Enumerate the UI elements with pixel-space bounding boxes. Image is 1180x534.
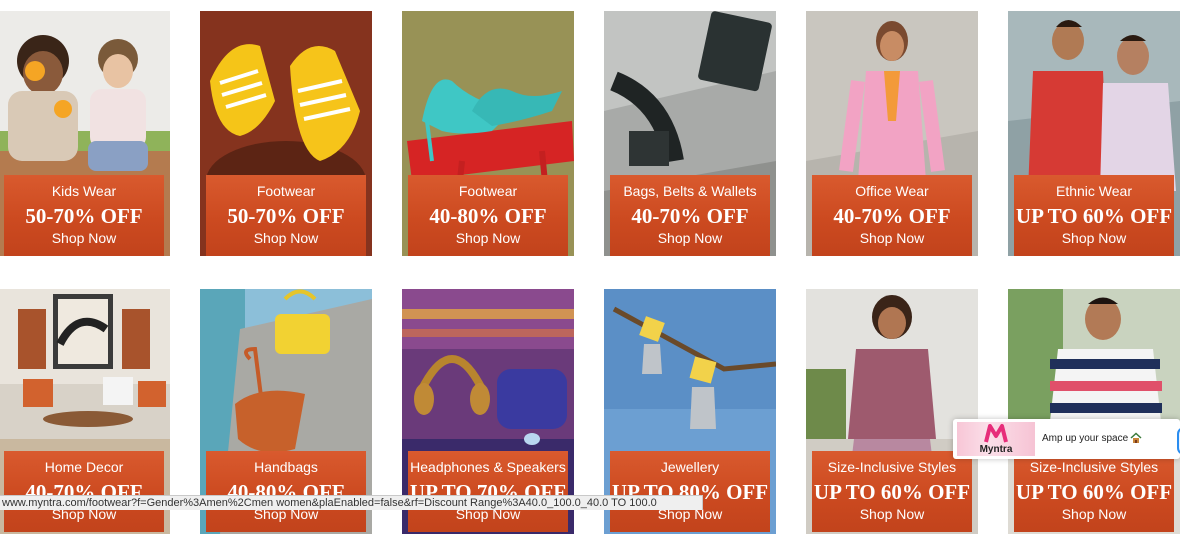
tile-footwear-men[interactable]: Footwear 50-70% OFF Shop Now xyxy=(200,11,372,256)
tile-category: Bags, Belts & Wallets xyxy=(623,183,757,199)
tile-category: Handbags xyxy=(254,459,318,475)
tile-category: Kids Wear xyxy=(51,183,117,199)
app-promo-toast[interactable]: Myntra Amp up your space xyxy=(953,419,1180,459)
offer-box: Jewellery UP TO 80% OFF Shop Now xyxy=(610,451,770,532)
offer-box: Bags, Belts & Wallets 40-70% OFF Shop No… xyxy=(610,175,770,256)
offer-box: Ethnic Wear UP TO 60% OFF Shop Now xyxy=(1014,175,1174,256)
tile-footwear-women[interactable]: Footwear 40-80% OFF Shop Now xyxy=(402,11,574,256)
myntra-logo: Myntra xyxy=(957,422,1035,456)
tile-category: Footwear xyxy=(458,183,518,199)
tile-category: Jewellery xyxy=(660,459,720,475)
link-status-bar: www.myntra.com/footwear?f=Gender%3Amen%2… xyxy=(0,495,703,510)
shop-now-link[interactable]: Shop Now xyxy=(408,230,568,246)
shop-now-link[interactable]: Shop Now xyxy=(206,230,366,246)
offer-box: Size-Inclusive Styles UP TO 60% OFF Shop… xyxy=(812,451,972,532)
toast-message: Amp up your space xyxy=(1042,433,1129,444)
tile-discount: UP TO 60% OFF xyxy=(1015,204,1173,228)
shop-now-link[interactable]: Shop Now xyxy=(812,230,972,246)
myntra-m-icon xyxy=(984,424,1008,443)
tile-category: Ethnic Wear xyxy=(1056,183,1132,199)
tile-discount: UP TO 60% OFF xyxy=(1015,480,1173,504)
shop-now-link[interactable]: Shop Now xyxy=(4,230,164,246)
tile-discount: 50-70% OFF xyxy=(25,204,143,228)
tile-size-inclusive-men[interactable]: Size-Inclusive Styles UP TO 60% OFF Shop… xyxy=(1008,289,1180,534)
offer-box: Footwear 40-80% OFF Shop Now xyxy=(408,175,568,256)
tile-category: Size-Inclusive Styles xyxy=(827,459,957,475)
tile-kids-wear[interactable]: Kids Wear 50-70% OFF Shop Now xyxy=(0,11,170,256)
tile-category: Headphones & Speakers xyxy=(410,459,566,475)
tile-discount: 40-70% OFF xyxy=(833,204,951,228)
tile-category: Footwear xyxy=(256,183,316,199)
offer-box: Handbags 40-80% OFF Shop Now xyxy=(206,451,366,532)
tile-ethnic-wear[interactable]: Ethnic Wear UP TO 60% OFF Shop Now xyxy=(1008,11,1180,256)
shop-now-link[interactable]: Shop Now xyxy=(1014,230,1174,246)
offer-box: Size-Inclusive Styles UP TO 60% OFF Shop… xyxy=(1014,451,1174,532)
offer-box: Kids Wear 50-70% OFF Shop Now xyxy=(4,175,164,256)
shop-now-link[interactable]: Shop Now xyxy=(1014,506,1174,522)
tile-bags-belts-wallets[interactable]: Bags, Belts & Wallets 40-70% OFF Shop No… xyxy=(604,11,776,256)
offer-box: Footwear 50-70% OFF Shop Now xyxy=(206,175,366,256)
toast-app-name: Myntra xyxy=(979,444,1013,455)
tile-discount: UP TO 60% OFF xyxy=(813,480,971,504)
tile-discount: 40-70% OFF xyxy=(631,204,749,228)
tile-discount: 40-80% OFF xyxy=(429,204,547,228)
tile-office-wear[interactable]: Office Wear 40-70% OFF Shop Now xyxy=(806,11,978,256)
tile-category: Size-Inclusive Styles xyxy=(1029,459,1159,475)
tile-discount: 50-70% OFF xyxy=(227,204,345,228)
tile-category: Office Wear xyxy=(855,183,929,199)
offer-box: Home Decor 40-70% OFF Shop Now xyxy=(4,451,164,532)
offer-box: Headphones & Speakers UP TO 70% OFF Shop… xyxy=(408,451,568,532)
shop-now-link[interactable]: Shop Now xyxy=(610,230,770,246)
tile-size-inclusive-women[interactable]: Size-Inclusive Styles UP TO 60% OFF Shop… xyxy=(806,289,978,534)
shop-now-link[interactable]: Shop Now xyxy=(812,506,972,522)
tile-category: Home Decor xyxy=(44,459,124,475)
offer-box: Office Wear 40-70% OFF Shop Now xyxy=(812,175,972,256)
house-icon xyxy=(1130,432,1142,443)
